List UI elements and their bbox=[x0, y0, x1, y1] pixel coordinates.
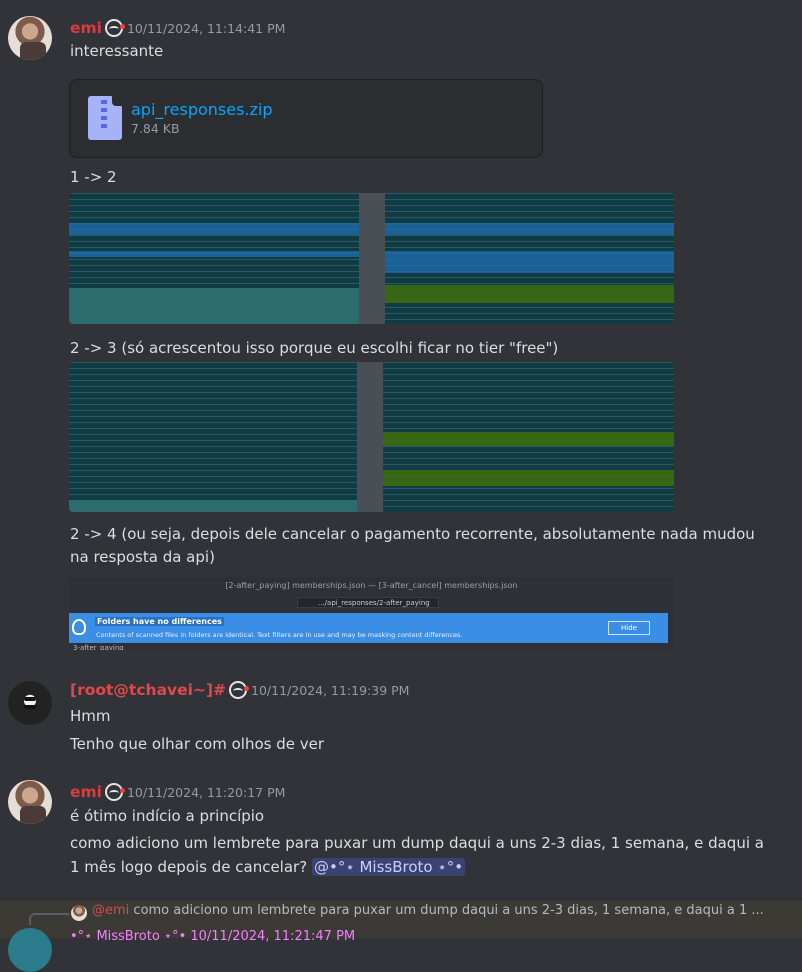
image-attachment[interactable] bbox=[69, 193, 674, 324]
message-text: como adiciono um lembrete para puxar um … bbox=[70, 834, 764, 852]
image-attachment[interactable]: [2-after_paying] memberships.json — [3-a… bbox=[69, 577, 674, 650]
timestamp[interactable]: 10/11/2024, 11:19:39 PM bbox=[251, 683, 409, 698]
message-text: Tenho que olhar com olhos de ver bbox=[70, 735, 325, 753]
diff-window-title: [2-after_paying] memberships.json — [3-a… bbox=[225, 581, 518, 590]
diff-highlight bbox=[383, 470, 674, 486]
message-header: emi 10/11/2024, 11:14:41 PM bbox=[70, 18, 285, 38]
diff-highlight bbox=[69, 288, 359, 324]
info-banner: Folders have no differences Contents of … bbox=[69, 613, 668, 643]
avatar-emi[interactable] bbox=[8, 16, 52, 60]
username[interactable]: emi bbox=[70, 19, 102, 37]
diff-path-field: .../api_responses/2-after_paying bbox=[297, 597, 439, 608]
caption: na resposta da api) bbox=[70, 548, 215, 566]
pokeball-badge-icon[interactable] bbox=[104, 783, 125, 801]
caption: 2 -> 3 (só acrescentou isso porque eu es… bbox=[70, 339, 559, 357]
diff-highlight bbox=[69, 251, 359, 257]
message-text: Hmm bbox=[70, 707, 111, 725]
timestamp[interactable]: 10/11/2024, 11:20:17 PM bbox=[127, 785, 285, 800]
diff-highlight bbox=[383, 432, 674, 446]
user-mention[interactable]: @•°⋆ MissBroto ⋆°• bbox=[311, 858, 466, 876]
folder-label: 3-after_paying bbox=[73, 644, 124, 650]
message-text: é ótimo indício a princípio bbox=[70, 807, 265, 825]
banner-heading: Folders have no differences bbox=[95, 617, 224, 626]
lightbulb-icon bbox=[72, 619, 86, 635]
file-name-link[interactable]: api_responses.zip bbox=[131, 100, 273, 119]
message-header: [root@tchavei~]# 10/11/2024, 11:19:39 PM bbox=[70, 680, 409, 700]
diff-highlight bbox=[385, 285, 674, 303]
message-header: emi 10/11/2024, 11:20:17 PM bbox=[70, 782, 285, 802]
pokeball-badge-icon[interactable] bbox=[229, 681, 250, 699]
caption: 2 -> 4 (ou seja, depois dele cancelar o … bbox=[70, 525, 755, 543]
zip-file-icon bbox=[88, 96, 122, 140]
avatar-emi[interactable] bbox=[8, 780, 52, 824]
hide-button: Hide bbox=[608, 621, 650, 635]
avatar-root[interactable] bbox=[8, 681, 52, 725]
message-header: •°⋆ MissBroto ⋆°• 10/11/2024, 11:21:47 P… bbox=[70, 929, 356, 944]
username[interactable]: [root@tchavei~]# bbox=[70, 681, 226, 699]
reply-author[interactable]: @emi bbox=[92, 903, 129, 918]
reply-snippet: como adiciono um lembrete para puxar um … bbox=[133, 903, 764, 918]
timestamp[interactable]: 10/11/2024, 11:14:41 PM bbox=[127, 21, 285, 36]
diff-highlight bbox=[69, 223, 359, 235]
image-attachment[interactable] bbox=[69, 362, 674, 512]
caption: 1 -> 2 bbox=[70, 168, 117, 186]
message-text: interessante bbox=[70, 42, 164, 60]
username[interactable]: emi bbox=[70, 783, 102, 801]
reply-preview[interactable]: @emi como adiciono um lembrete para puxa… bbox=[92, 903, 764, 918]
diff-gutter bbox=[359, 193, 385, 324]
reply-connector bbox=[29, 913, 69, 925]
file-size: 7.84 KB bbox=[131, 121, 180, 136]
message-text: 1 mês logo depois de cancelar? @•°⋆ Miss… bbox=[70, 856, 466, 878]
diff-left-pane bbox=[69, 362, 357, 512]
diff-highlight bbox=[385, 223, 674, 235]
diff-gutter bbox=[357, 362, 383, 512]
diff-highlight bbox=[385, 251, 674, 273]
message-text-line: 1 mês logo depois de cancelar? bbox=[70, 858, 308, 876]
avatar-missbroto[interactable] bbox=[8, 928, 52, 972]
diff-highlight bbox=[69, 500, 357, 512]
reply-avatar[interactable] bbox=[71, 905, 87, 921]
file-attachment[interactable]: api_responses.zip 7.84 KB bbox=[69, 79, 543, 158]
banner-text: Contents of scanned files in folders are… bbox=[96, 631, 463, 639]
pokeball-badge-icon[interactable] bbox=[104, 19, 125, 37]
